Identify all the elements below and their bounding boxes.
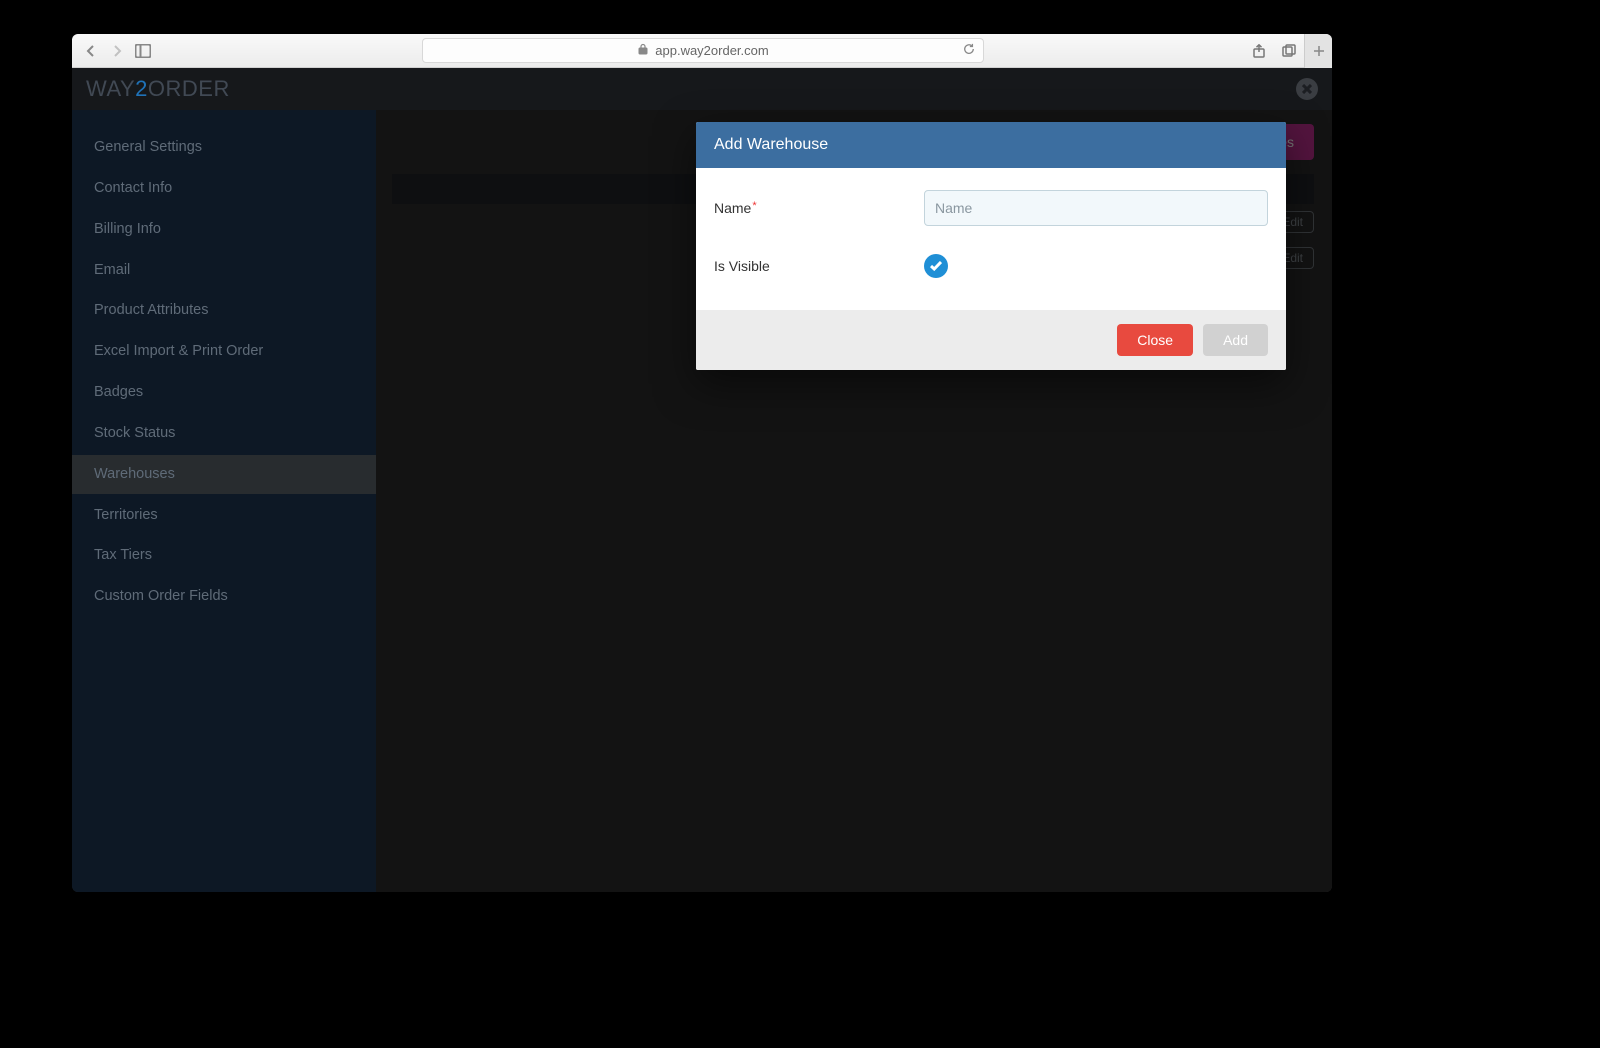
sidebar-item-general-settings[interactable]: General Settings bbox=[72, 128, 376, 167]
new-tab-button[interactable] bbox=[1304, 34, 1332, 68]
settings-sidebar: General Settings Contact Info Billing In… bbox=[72, 110, 376, 892]
app-header: WAY2ORDER bbox=[72, 68, 1332, 110]
close-icon[interactable] bbox=[1296, 78, 1318, 100]
sidebar-item-billing-info[interactable]: Billing Info bbox=[72, 210, 376, 249]
sidebar-item-email[interactable]: Email bbox=[72, 251, 376, 290]
modal-title: Add Warehouse bbox=[696, 122, 1286, 168]
sidebar-item-product-attributes[interactable]: Product Attributes bbox=[72, 291, 376, 330]
reload-icon[interactable] bbox=[963, 43, 975, 58]
sidebar-item-territories[interactable]: Territories bbox=[72, 496, 376, 535]
is-visible-label: Is Visible bbox=[714, 258, 924, 274]
sidebar-item-contact-info[interactable]: Contact Info bbox=[72, 169, 376, 208]
sidebar-item-warehouses[interactable]: Warehouses bbox=[72, 455, 376, 494]
address-bar[interactable]: app.way2order.com bbox=[422, 38, 984, 63]
close-button[interactable]: Close bbox=[1117, 324, 1193, 356]
lock-icon bbox=[637, 43, 649, 58]
url-text: app.way2order.com bbox=[655, 43, 768, 58]
sidebar-item-excel-import-print-order[interactable]: Excel Import & Print Order bbox=[72, 332, 376, 371]
browser-chrome: app.way2order.com bbox=[72, 34, 1332, 68]
brand-logo: WAY2ORDER bbox=[86, 76, 230, 102]
add-warehouse-modal: Add Warehouse Name* Is Visible bbox=[696, 122, 1286, 370]
name-label: Name* bbox=[714, 200, 924, 216]
nav-back-button[interactable] bbox=[79, 39, 103, 63]
sidebar-item-stock-status[interactable]: Stock Status bbox=[72, 414, 376, 453]
sidebar-item-tax-tiers[interactable]: Tax Tiers bbox=[72, 536, 376, 575]
add-button[interactable]: Add bbox=[1203, 324, 1268, 356]
tabs-button[interactable] bbox=[1274, 34, 1304, 68]
nav-forward-button[interactable] bbox=[105, 39, 129, 63]
share-button[interactable] bbox=[1244, 34, 1274, 68]
sidebar-item-badges[interactable]: Badges bbox=[72, 373, 376, 412]
sidebar-toggle-button[interactable] bbox=[131, 39, 155, 63]
main-panel: Update Warehouses Visibility Edit Edit A… bbox=[376, 110, 1332, 892]
sidebar-item-custom-order-fields[interactable]: Custom Order Fields bbox=[72, 577, 376, 616]
is-visible-toggle[interactable] bbox=[924, 254, 948, 278]
name-input[interactable] bbox=[924, 190, 1268, 226]
